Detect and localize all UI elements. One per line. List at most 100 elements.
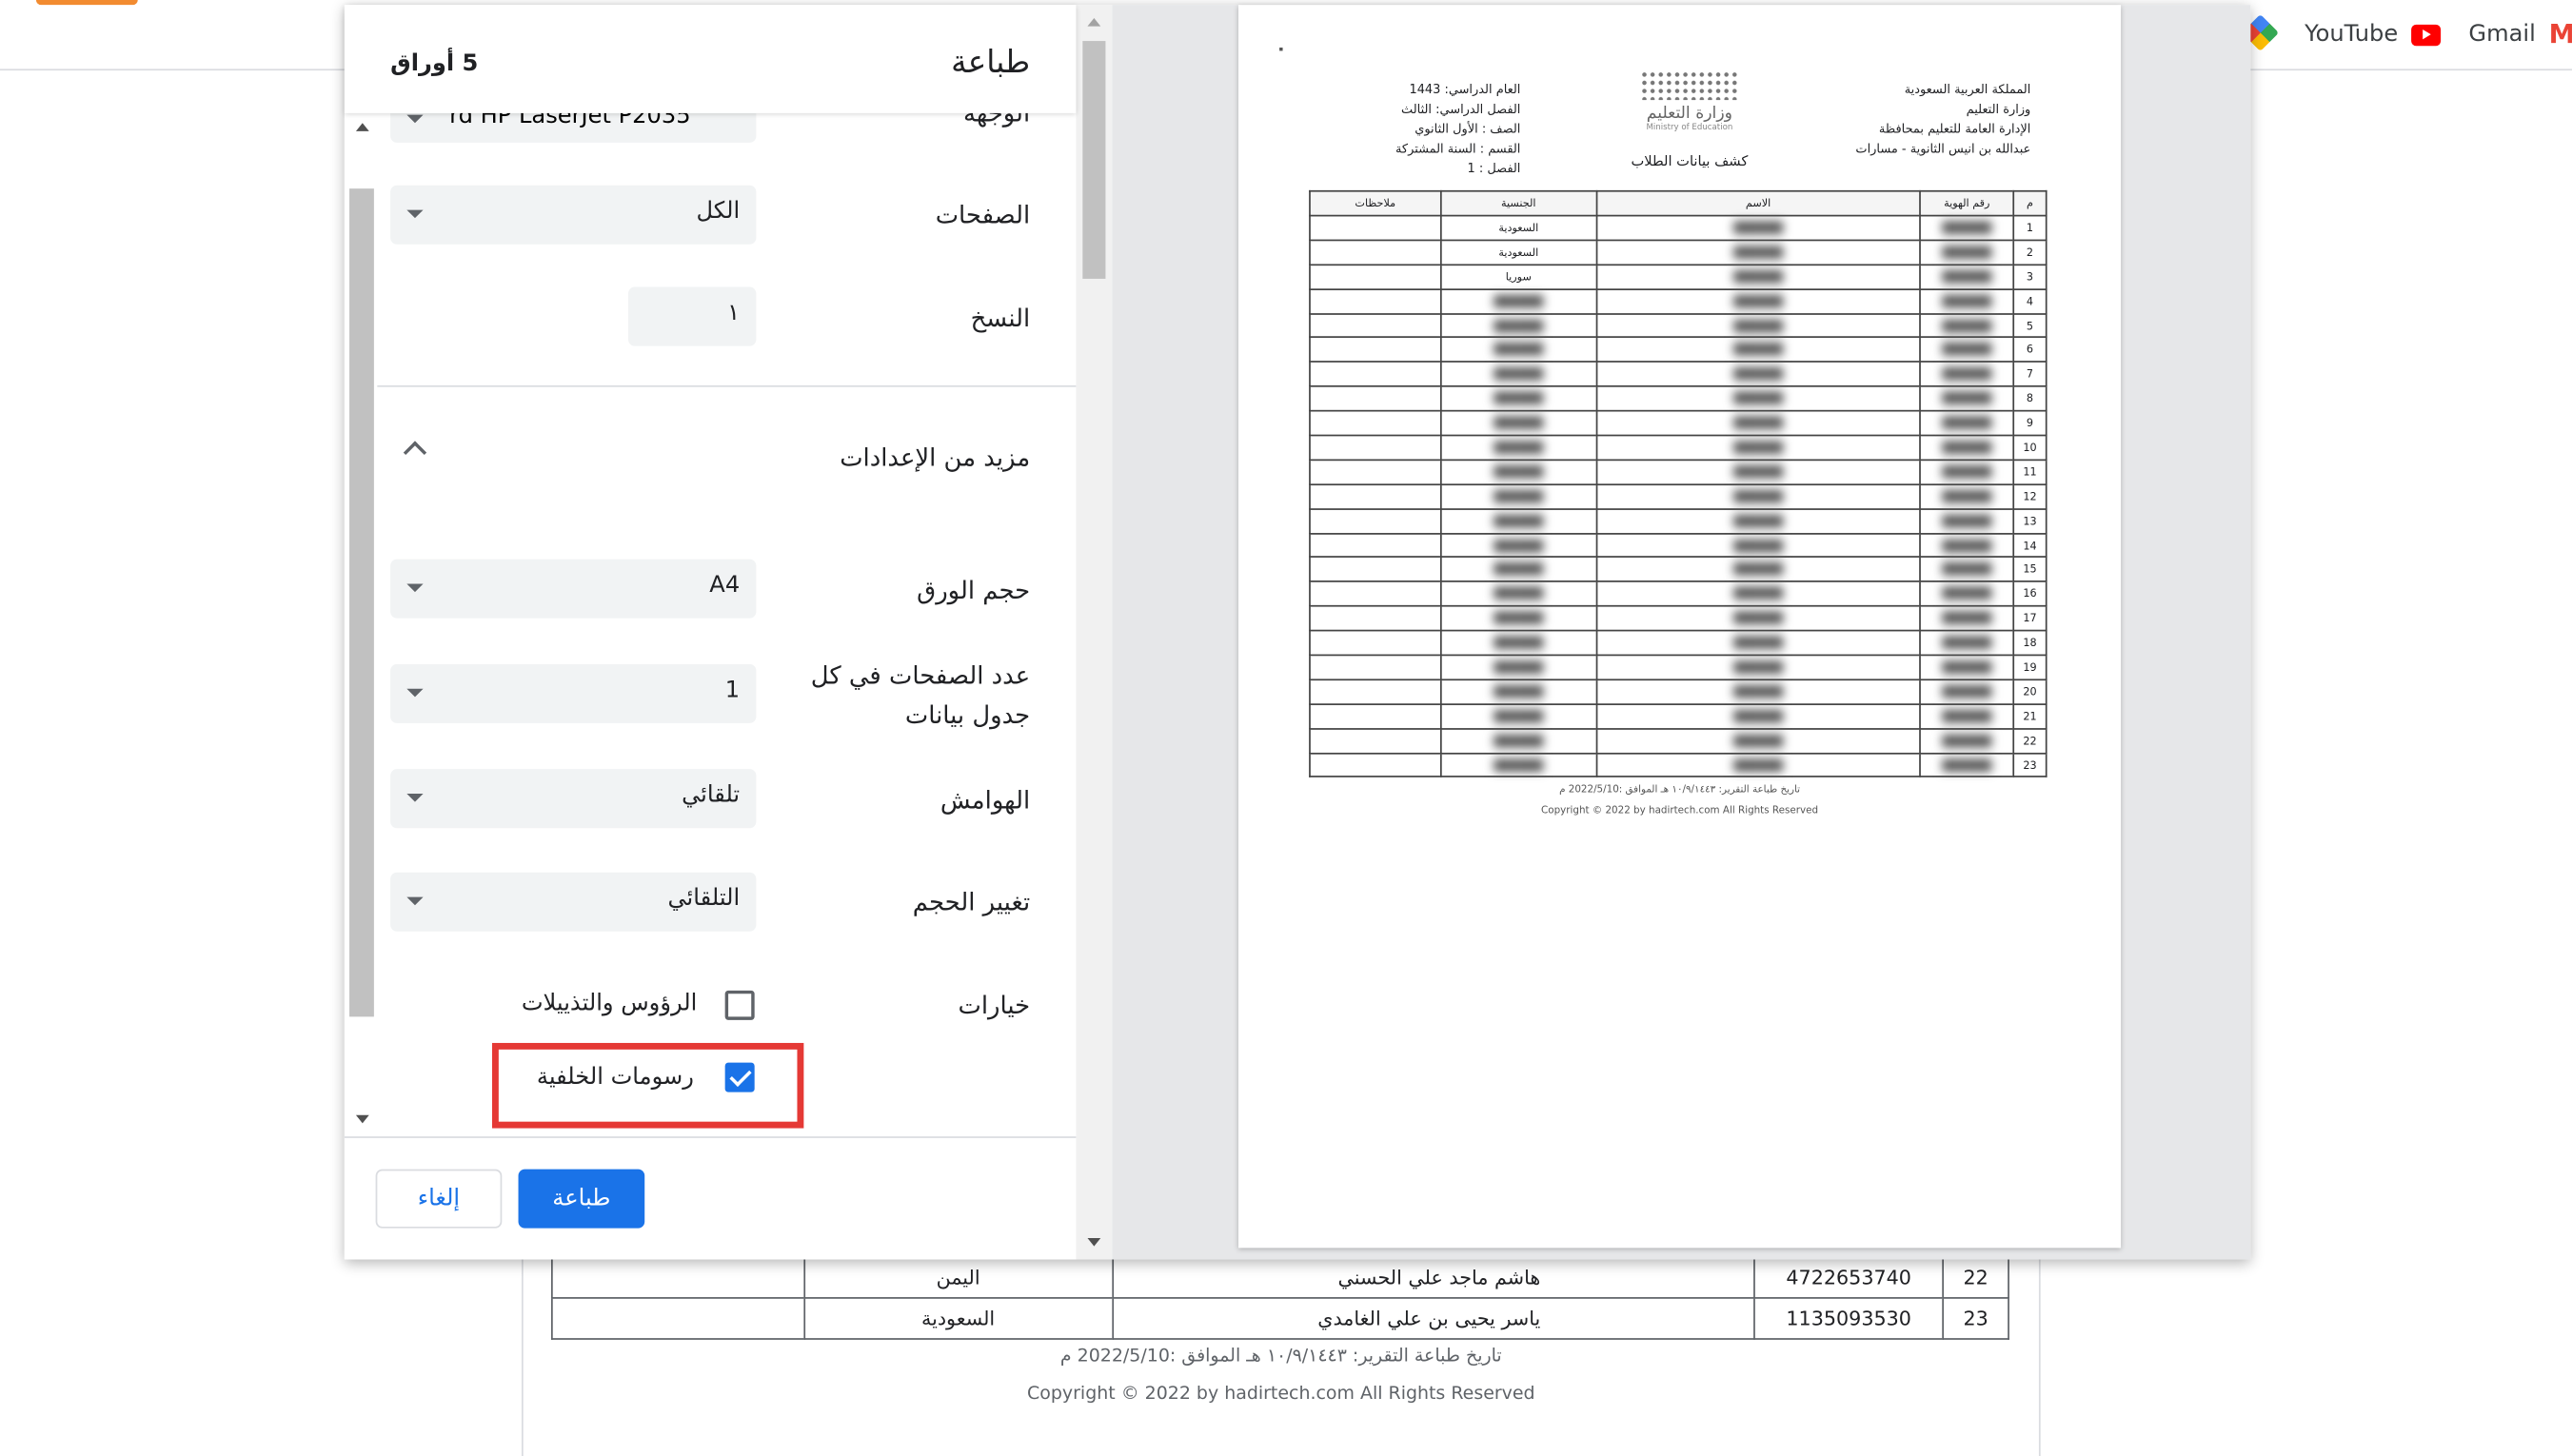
table-row: 19 ██████ ██████ ██████ xyxy=(1309,654,2048,680)
notes-cell xyxy=(1309,361,1442,388)
redacted-text: ██████ xyxy=(1733,709,1783,723)
bookmark-youtube-label: YouTube xyxy=(2305,21,2399,48)
redacted-text: ██████ xyxy=(1733,294,1783,308)
copies-label: النسخ xyxy=(970,303,1031,333)
row-number: 14 xyxy=(2012,532,2048,559)
copies-input[interactable]: ١ xyxy=(627,286,757,346)
redacted-text: ██████ xyxy=(1494,587,1544,601)
redacted-text: ██████ xyxy=(1494,612,1544,625)
bookmark-gmail[interactable]: Gmail xyxy=(2468,16,2572,52)
redacted-text: ██████ xyxy=(1942,489,1992,503)
students-table-body: 1 ██████ ██████ السعودية 2 ██████ ██████ السعود… xyxy=(1309,214,2048,778)
margins-value: تلقائي xyxy=(682,781,741,809)
name-cell: ██████ xyxy=(1595,459,1922,485)
header-line: الفصل : 1 xyxy=(1467,160,1521,176)
dialog-title: طباعة xyxy=(951,44,1031,81)
scale-value: التلقائي xyxy=(667,885,741,913)
pages-select[interactable]: الكل xyxy=(390,185,757,245)
print-button[interactable]: طباعة xyxy=(518,1169,645,1229)
cancel-button[interactable]: إلغاء xyxy=(375,1169,503,1229)
redacted-text: ██████ xyxy=(1942,709,1992,723)
scroll-up-icon[interactable] xyxy=(355,123,369,131)
doc-footer-date: تاريخ طباعة التقرير: ١٠/٩/١٤٤٣ هـ المواف… xyxy=(1559,783,1801,796)
pages-per-sheet-value: 1 xyxy=(724,677,741,704)
chevron-down-icon xyxy=(406,896,424,906)
nationality-cell: ██████ xyxy=(1439,532,1597,559)
row-number: 9 xyxy=(2012,410,2048,437)
bookmark-youtube[interactable]: YouTube xyxy=(2305,16,2442,52)
redacted-text: ██████ xyxy=(1942,660,1992,675)
scale-select[interactable]: التلقائي xyxy=(390,872,757,932)
moe-logo: وزارة التعليم Ministry of Education xyxy=(1599,70,1780,133)
screen: YouTube Gmail 22 4722653740 هاشم ماجد عل… xyxy=(0,0,2572,1456)
scroll-down-icon[interactable] xyxy=(1087,1238,1101,1247)
paper-size-select[interactable]: A4 xyxy=(390,559,757,619)
redacted-text: ██████ xyxy=(1942,562,1992,577)
redacted-text: ██████ xyxy=(1733,367,1783,382)
row-number: 22 xyxy=(2012,727,2048,754)
headers-footers-checkbox[interactable] xyxy=(724,990,755,1020)
preview-scroll-thumb[interactable] xyxy=(1082,41,1106,279)
name-cell: ██████ xyxy=(1595,483,1922,510)
table-row: 18 ██████ ██████ ██████ xyxy=(1309,629,2048,657)
chevron-down-icon xyxy=(406,209,424,219)
nationality-cell: ██████ xyxy=(1439,434,1597,462)
redacted-text: ██████ xyxy=(1733,514,1783,528)
redacted-text: ██████ xyxy=(1494,734,1544,748)
scroll-up-icon[interactable] xyxy=(1087,17,1101,27)
id-cell: ██████ xyxy=(1919,679,2015,705)
nationality-cell: ██████ xyxy=(1439,483,1597,510)
id-cell: ██████ xyxy=(1919,287,2015,315)
row-number: 12 xyxy=(2012,483,2048,510)
col-number: م xyxy=(2012,189,2048,217)
table-header-row: م رقم الهوية الاسم الجنسية ملاحظات xyxy=(1309,189,2048,217)
row-number: 8 xyxy=(2012,385,2048,412)
redacted-text: ██████ xyxy=(1494,709,1544,723)
pages-per-sheet-select[interactable]: 1 xyxy=(390,663,757,723)
redacted-text: ██████ xyxy=(1494,758,1544,772)
redacted-text: ██████ xyxy=(1942,269,1992,284)
copies-value: ١ xyxy=(727,300,741,326)
name-cell: ██████ xyxy=(1595,580,1922,608)
bookmark-gmail-label: Gmail xyxy=(2468,21,2536,48)
id-cell: ██████ xyxy=(1919,483,2015,510)
nationality-cell: ██████ xyxy=(1439,702,1597,730)
margins-label: الهوامش xyxy=(940,785,1031,816)
chevron-up-icon[interactable] xyxy=(403,441,427,464)
table-row: 1 ██████ ██████ السعودية xyxy=(1309,214,2048,242)
table-row: 20 ██████ ██████ ██████ xyxy=(1309,679,2048,705)
options-label: خيارات xyxy=(958,990,1031,1020)
doc-footer-copyright: Copyright © 2022 by hadirtech.com All Ri… xyxy=(1541,805,1819,817)
settings-scroll-thumb[interactable] xyxy=(349,188,374,1017)
row-number: 17 xyxy=(2012,605,2048,632)
id-cell: ██████ xyxy=(1919,605,2015,632)
name-cell: ██████ xyxy=(1595,287,1922,315)
redacted-text: ██████ xyxy=(1942,734,1992,748)
headers-footers-label[interactable]: الرؤوس والتذييلات xyxy=(522,991,698,1017)
youtube-icon xyxy=(2410,23,2442,46)
id-cell: ██████ xyxy=(1919,752,2015,778)
redacted-text: ██████ xyxy=(1733,392,1783,405)
more-settings-label[interactable]: مزيد من الإعدادات xyxy=(840,438,1030,477)
nationality-cell: ██████ xyxy=(1439,507,1597,535)
name-cell: ██████ xyxy=(1595,312,1922,339)
doc-header-left: العام الدراسي: 1443 الفصل الدراسي: الثال… xyxy=(1324,80,1521,178)
id-cell: ██████ xyxy=(1919,702,2015,730)
row-number: 6 xyxy=(2012,337,2048,364)
scroll-down-icon[interactable] xyxy=(355,1114,369,1124)
notes-cell xyxy=(1309,214,1442,242)
margins-select[interactable]: تلقائي xyxy=(390,769,757,829)
table-row: 10 ██████ ██████ ██████ xyxy=(1309,434,2048,462)
doc-title: كشف بيانات الطلاب xyxy=(1631,153,1749,171)
table-row: 7 ██████ ██████ ██████ xyxy=(1309,361,2048,388)
id-cell: ██████ xyxy=(1919,507,2015,535)
redacted-text: ██████ xyxy=(1733,246,1783,259)
id-cell: ██████ xyxy=(1919,410,2015,437)
notes-cell xyxy=(1309,702,1442,730)
id-cell: ██████ xyxy=(1919,459,2015,485)
redacted-text: ██████ xyxy=(1733,489,1783,503)
row-number: 18 xyxy=(2012,629,2048,657)
redacted-text: ██████ xyxy=(1733,441,1783,455)
preview-scrollbar[interactable] xyxy=(1076,5,1113,1260)
underlying-table: 22 4722653740 هاشم ماجد علي الحسني اليمن… xyxy=(550,1255,2009,1340)
